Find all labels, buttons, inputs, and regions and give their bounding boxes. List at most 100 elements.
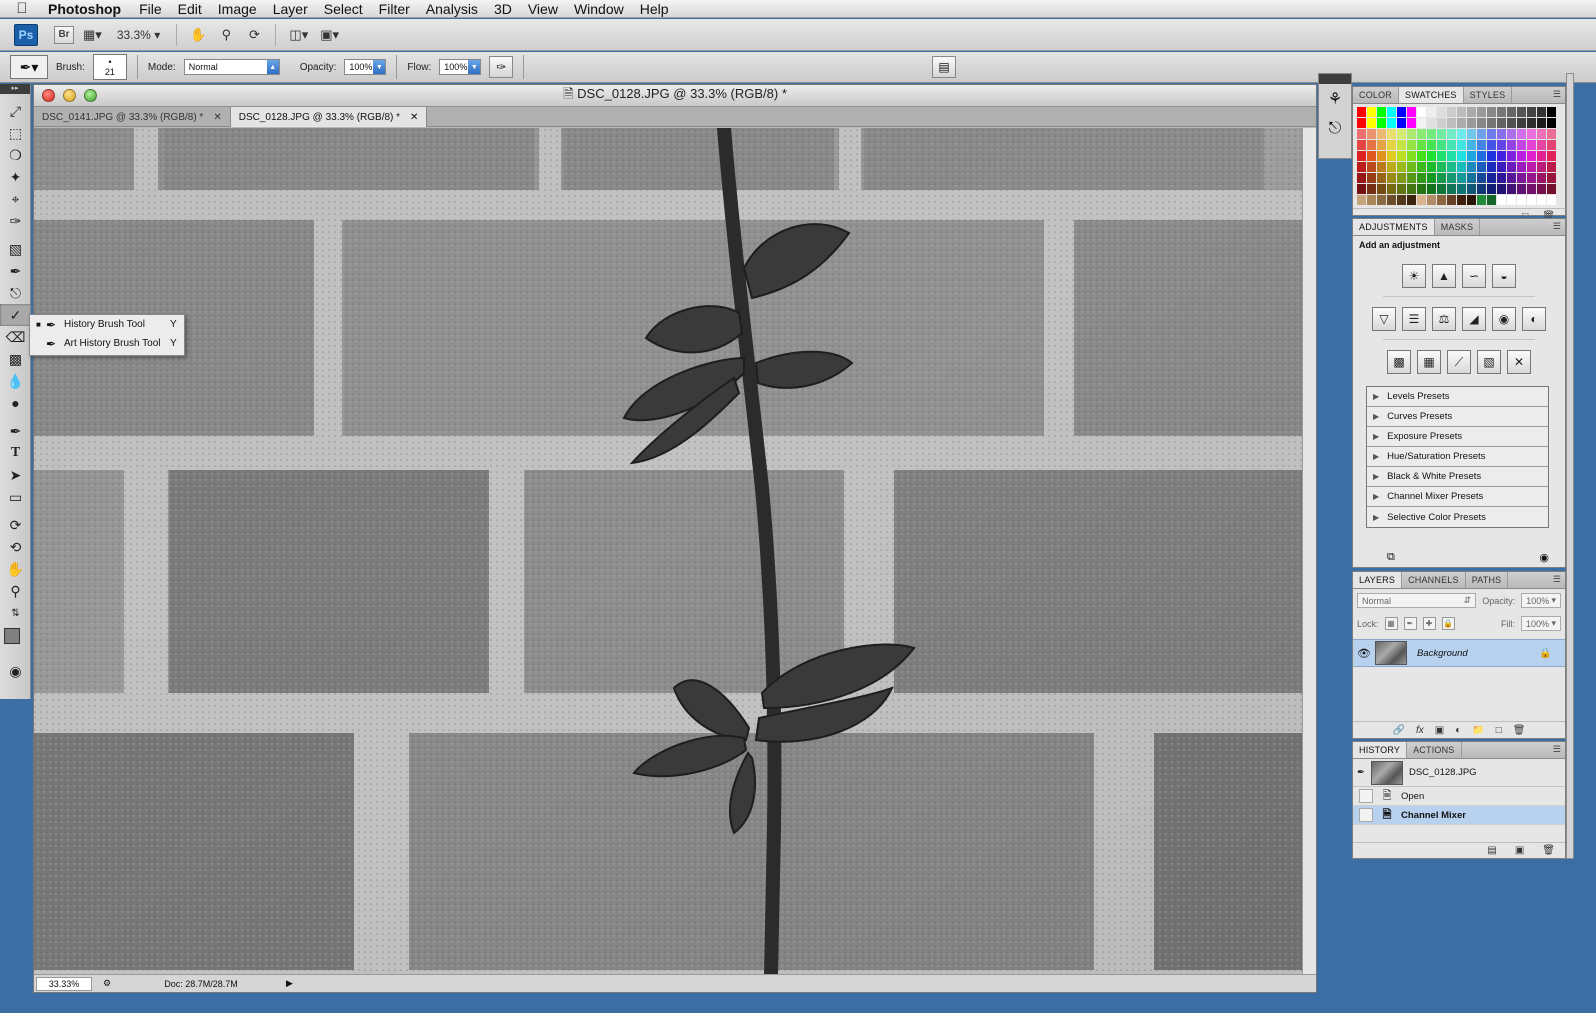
levels-button[interactable]: ▲ — [1432, 264, 1456, 288]
document-tab-active[interactable]: DSC_0128.JPG @ 33.3% (RGB/8) * ✕ — [230, 107, 428, 127]
airbrush-toggle[interactable]: ✑ — [489, 56, 514, 78]
color-swatch[interactable] — [1357, 140, 1366, 150]
view-extras-button[interactable]: ▦ ▾ — [80, 24, 105, 46]
channel-mixer-button[interactable]: ◐ — [1522, 307, 1546, 331]
color-swatch[interactable] — [1367, 173, 1376, 183]
brightness-contrast-button[interactable]: ☀ — [1402, 264, 1426, 288]
color-swatch[interactable] — [1527, 151, 1536, 161]
color-swatch[interactable] — [1417, 118, 1426, 128]
color-swatch[interactable] — [1377, 195, 1386, 205]
color-swatch[interactable] — [1497, 195, 1506, 205]
color-swatch[interactable] — [1357, 107, 1366, 117]
menu-select[interactable]: Select — [316, 0, 371, 18]
tab-masks[interactable]: MASKS — [1435, 219, 1481, 235]
preset-black-white[interactable]: ▶ Black & White Presets — [1367, 467, 1548, 487]
vertical-scrollbar[interactable] — [1302, 128, 1316, 974]
color-swatch[interactable] — [1477, 118, 1486, 128]
color-swatch[interactable] — [1457, 118, 1466, 128]
color-swatch[interactable] — [1497, 162, 1506, 172]
menu-edit[interactable]: Edit — [170, 0, 210, 18]
color-swatch[interactable] — [1457, 107, 1466, 117]
color-swatch[interactable] — [1407, 140, 1416, 150]
color-swatch[interactable] — [1387, 173, 1396, 183]
color-swatch[interactable] — [1367, 107, 1376, 117]
blend-mode-select[interactable]: Normal ⇵ — [1357, 593, 1477, 608]
color-swatch[interactable] — [1547, 118, 1556, 128]
menu-help[interactable]: Help — [632, 0, 677, 18]
color-swatch[interactable] — [1377, 184, 1386, 194]
tab-paths[interactable]: PATHS — [1466, 572, 1509, 588]
crop-tool[interactable]: ⌖ — [0, 188, 31, 210]
color-swatch[interactable] — [1427, 118, 1436, 128]
color-swatch[interactable] — [1377, 107, 1386, 117]
new-group-icon[interactable]: 📁 — [1472, 725, 1484, 736]
color-swatch[interactable] — [1487, 151, 1496, 161]
color-swatch[interactable] — [1367, 129, 1376, 139]
clone-stamp-tool[interactable]: ⎋ — [0, 282, 31, 304]
color-swatch[interactable] — [1457, 173, 1466, 183]
color-swatch[interactable] — [1447, 195, 1456, 205]
lock-position[interactable]: ✚ — [1422, 617, 1436, 630]
type-tool[interactable]: T — [0, 442, 31, 464]
color-swatch[interactable] — [1507, 184, 1516, 194]
color-swatch[interactable] — [1517, 184, 1526, 194]
zoom-tool[interactable]: ⚲ — [0, 580, 31, 602]
color-swatch[interactable] — [1417, 173, 1426, 183]
color-swatch[interactable] — [1467, 151, 1476, 161]
new-document-from-state-icon[interactable]: ▤ — [1487, 845, 1496, 856]
color-swatch[interactable] — [1437, 173, 1446, 183]
color-swatch[interactable] — [1407, 151, 1416, 161]
color-swatch[interactable] — [1527, 162, 1536, 172]
color-swatch[interactable] — [1477, 162, 1486, 172]
color-swatch[interactable] — [1377, 129, 1386, 139]
color-swatch[interactable] — [1377, 140, 1386, 150]
color-swatch[interactable] — [1407, 195, 1416, 205]
color-swatch[interactable] — [1427, 162, 1436, 172]
color-swatch[interactable] — [1457, 195, 1466, 205]
flyout-art-history-brush-tool[interactable]: ✒ Art History Brush Tool Y — [30, 334, 184, 353]
color-swatch[interactable] — [1547, 140, 1556, 150]
color-swatch[interactable] — [1507, 118, 1516, 128]
gradient-map-button[interactable]: ▧ — [1477, 350, 1501, 374]
color-swatch[interactable] — [1537, 118, 1546, 128]
color-swatch[interactable] — [1497, 151, 1506, 161]
color-swatch[interactable] — [1487, 140, 1496, 150]
menu-analysis[interactable]: Analysis — [418, 0, 486, 18]
color-swatch[interactable] — [1507, 151, 1516, 161]
history-source-icon[interactable]: ✒ — [1357, 767, 1365, 778]
color-swatch[interactable] — [1517, 129, 1526, 139]
color-swatch[interactable] — [1467, 118, 1476, 128]
color-swatch[interactable] — [1367, 118, 1376, 128]
gradient-tool[interactable]: ▩ — [0, 348, 31, 370]
color-swatch[interactable] — [1387, 140, 1396, 150]
color-swatch[interactable] — [1407, 184, 1416, 194]
color-swatch[interactable] — [1397, 184, 1406, 194]
menu-view[interactable]: View — [520, 0, 566, 18]
menu-file[interactable]: File — [131, 0, 170, 18]
color-swatch[interactable] — [1407, 162, 1416, 172]
color-swatch[interactable] — [1537, 173, 1546, 183]
color-swatch[interactable] — [1417, 107, 1426, 117]
new-layer-icon[interactable]: □ — [1496, 725, 1502, 736]
close-tab-icon[interactable]: ✕ — [410, 112, 418, 123]
color-swatch[interactable] — [1407, 173, 1416, 183]
lock-transparent-pixels[interactable]: ▦ — [1384, 617, 1398, 630]
color-swatch[interactable] — [1517, 195, 1526, 205]
color-swatch[interactable] — [1357, 195, 1366, 205]
color-swatch[interactable] — [1507, 173, 1516, 183]
color-swatch[interactable] — [1447, 162, 1456, 172]
color-swatch[interactable] — [1357, 162, 1366, 172]
color-swatch[interactable] — [1437, 195, 1446, 205]
preset-exposure[interactable]: ▶ Exposure Presets — [1367, 427, 1548, 447]
color-swatch[interactable] — [1387, 195, 1396, 205]
tab-styles[interactable]: STYLES — [1464, 87, 1513, 103]
color-swatch[interactable] — [1487, 184, 1496, 194]
color-swatch[interactable] — [1437, 151, 1446, 161]
tab-channels[interactable]: CHANNELS — [1402, 572, 1466, 588]
add-mask-icon[interactable]: ▣ — [1435, 725, 1444, 736]
color-swatch[interactable] — [1447, 151, 1456, 161]
flyout-history-brush-tool[interactable]: ■ ✒ History Brush Tool Y — [30, 315, 184, 334]
color-swatch[interactable] — [1517, 107, 1526, 117]
menu-image[interactable]: Image — [210, 0, 265, 18]
color-swatch[interactable] — [1387, 151, 1396, 161]
